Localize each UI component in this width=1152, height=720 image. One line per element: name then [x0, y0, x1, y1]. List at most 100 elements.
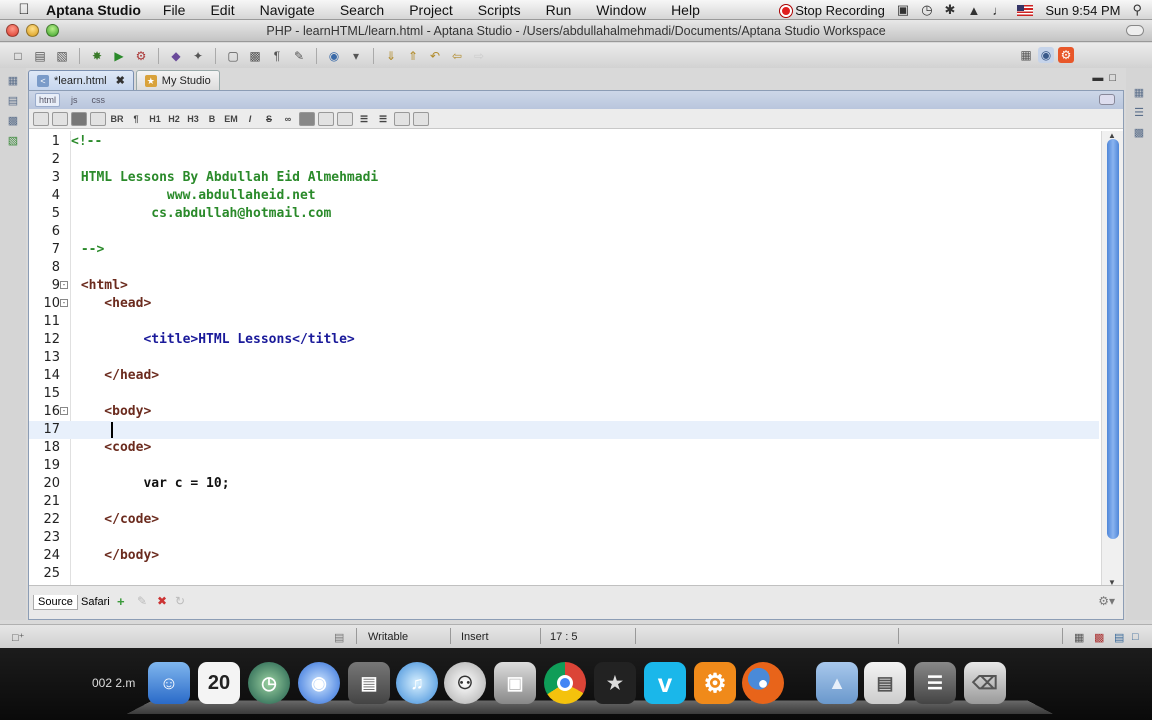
tab-safari[interactable]: Safari: [77, 595, 114, 609]
mamp-icon[interactable]: ▤: [864, 662, 906, 704]
app-menu[interactable]: Aptana Studio: [46, 2, 141, 18]
menu-scripts[interactable]: Scripts: [478, 2, 521, 18]
preview-settings-icon[interactable]: ⚙▾: [1098, 594, 1115, 608]
firefox-icon[interactable]: ●: [742, 662, 784, 704]
code-line[interactable]: 16- <body>: [29, 403, 1099, 421]
server-icon[interactable]: ☰: [914, 662, 956, 704]
itunes-icon[interactable]: ♫: [396, 662, 438, 704]
open-type-icon[interactable]: ◆: [168, 48, 184, 64]
menu-run[interactable]: Run: [546, 2, 572, 18]
format-h1-button[interactable]: H1: [147, 112, 163, 126]
code-line[interactable]: 2: [29, 151, 1099, 169]
vertical-scrollbar[interactable]: ▲ ▼: [1101, 131, 1123, 587]
code-line[interactable]: 21: [29, 493, 1099, 511]
back-icon[interactable]: ⇦: [449, 48, 465, 64]
imovie-icon[interactable]: ★: [594, 662, 636, 704]
run-icon[interactable]: ▶: [111, 48, 127, 64]
web-perspective-icon[interactable]: ◉: [1038, 47, 1054, 63]
table-icon[interactable]: [71, 111, 87, 126]
tree-view-icon[interactable]: ▧: [6, 134, 20, 148]
format-italic-button[interactable]: I: [242, 112, 258, 126]
finder-icon[interactable]: ☺: [148, 662, 190, 704]
preview-icon[interactable]: ▣: [494, 662, 536, 704]
minimize-window-button[interactable]: [26, 24, 39, 37]
restore-icon[interactable]: ▦: [1074, 631, 1084, 644]
image-icon[interactable]: [299, 111, 315, 126]
code-line[interactable]: 12 <title>HTML Lessons</title>: [29, 331, 1099, 349]
code-line[interactable]: 23: [29, 529, 1099, 547]
project-explorer-icon[interactable]: ▤: [6, 94, 20, 108]
code-line[interactable]: 10- <head>: [29, 295, 1099, 313]
toggle-toolbar-icon[interactable]: [1099, 94, 1115, 105]
wand-icon[interactable]: ✦: [190, 48, 206, 64]
spotlight-icon[interactable]: ⚲: [1132, 2, 1142, 18]
code-line[interactable]: 9- <html>: [29, 277, 1099, 295]
menu-navigate[interactable]: Navigate: [260, 2, 315, 18]
edit-preview-icon[interactable]: ✎: [137, 594, 147, 608]
mac-icon[interactable]: ⚇: [444, 662, 486, 704]
code-line[interactable]: 15: [29, 385, 1099, 403]
new-document-icon[interactable]: [33, 111, 49, 126]
list-unordered-box-icon[interactable]: [337, 111, 353, 126]
scrollbar-thumb[interactable]: [1107, 139, 1119, 539]
previous-annotation-icon[interactable]: ⇑: [405, 48, 421, 64]
next-annotation-icon[interactable]: ⇓: [383, 48, 399, 64]
fold-toggle-icon[interactable]: -: [60, 407, 68, 415]
code-line[interactable]: 19: [29, 457, 1099, 475]
open-perspective-icon[interactable]: ▦: [1018, 47, 1034, 63]
code-line[interactable]: 4 www.abdullaheid.net: [29, 187, 1099, 205]
problems-view-icon[interactable]: ▩: [1094, 631, 1104, 644]
file-explorer-icon[interactable]: ▩: [6, 114, 20, 128]
restore-view-icon[interactable]: ▦: [6, 74, 20, 88]
spaces-icon[interactable]: ▣: [897, 2, 909, 18]
restore-view-icon[interactable]: ▦: [1132, 86, 1146, 100]
format-paragraph-button[interactable]: ¶: [128, 112, 144, 126]
fold-toggle-icon[interactable]: -: [60, 299, 68, 307]
format-h3-button[interactable]: H3: [185, 112, 201, 126]
unordered-list-icon[interactable]: ☰: [375, 112, 391, 126]
notes-icon[interactable]: ▤: [348, 662, 390, 704]
external-tools-icon[interactable]: ⚙: [133, 48, 149, 64]
print-icon[interactable]: ▧: [54, 48, 70, 64]
fast-view-icon[interactable]: □⁺: [12, 631, 24, 644]
format-em-button[interactable]: EM: [223, 112, 239, 126]
block-select-icon[interactable]: ▩: [247, 48, 263, 64]
div-icon[interactable]: [90, 111, 106, 126]
close-tab-icon[interactable]: ✖: [116, 74, 125, 87]
settings-icon[interactable]: ⚙: [694, 662, 736, 704]
wifi-icon[interactable]: ▲: [967, 3, 980, 18]
time-machine-status-icon[interactable]: ◷: [921, 2, 932, 18]
fold-toggle-icon[interactable]: -: [60, 281, 68, 289]
link-icon[interactable]: ∞: [280, 112, 296, 126]
apple-menu-icon[interactable]: : [14, 1, 34, 18]
code-line[interactable]: 14 </head>: [29, 367, 1099, 385]
code-line[interactable]: 7 -->: [29, 241, 1099, 259]
format-strike-button[interactable]: S: [261, 112, 277, 126]
menu-search[interactable]: Search: [340, 2, 384, 18]
zoom-window-button[interactable]: [46, 24, 59, 37]
code-line[interactable]: 22 </code>: [29, 511, 1099, 529]
email-icon[interactable]: [318, 111, 334, 126]
ordered-list-icon[interactable]: ☰: [356, 112, 372, 126]
maximize-editor-icon[interactable]: □: [1109, 72, 1116, 84]
save-icon[interactable]: ▤: [32, 48, 48, 64]
browser-icon[interactable]: ◉: [298, 662, 340, 704]
refresh-preview-icon[interactable]: ↻: [175, 594, 185, 608]
current-code-line[interactable]: 17: [29, 421, 1099, 439]
toggle-mark-icon[interactable]: ▢: [225, 48, 241, 64]
code-line[interactable]: 20 var c = 10;: [29, 475, 1099, 493]
code-line[interactable]: 24 </body>: [29, 547, 1099, 565]
tab-source[interactable]: Source: [33, 595, 78, 610]
doctype-icon[interactable]: [52, 111, 68, 126]
format-br-button[interactable]: BR: [109, 112, 125, 126]
stop-recording-button[interactable]: Stop Recording: [780, 3, 885, 18]
code-line[interactable]: 25: [29, 565, 1099, 583]
palette-view-icon[interactable]: ▩: [1132, 126, 1146, 140]
php-perspective-icon[interactable]: ⚙: [1058, 47, 1074, 63]
minimize-editor-icon[interactable]: ▬: [1092, 72, 1103, 84]
new-file-icon[interactable]: □: [10, 48, 26, 64]
dropdown-icon[interactable]: ▾: [348, 48, 364, 64]
time-machine-icon[interactable]: ◷: [248, 662, 290, 704]
outline-view-icon[interactable]: ☰: [1132, 106, 1146, 120]
tab-learn-html[interactable]: < *learn.html ✖: [28, 70, 134, 90]
